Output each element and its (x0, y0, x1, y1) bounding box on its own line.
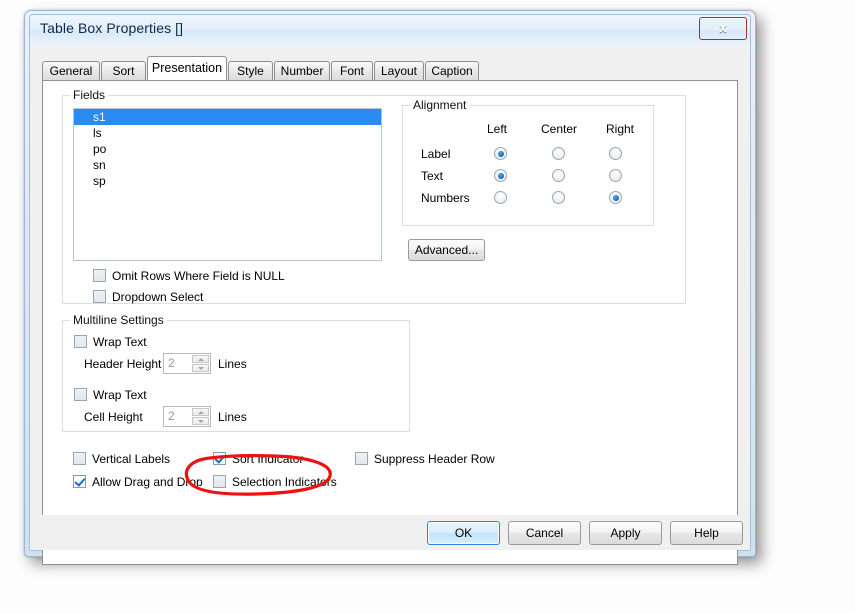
radio-text-left[interactable] (494, 169, 507, 182)
checkbox-label: Allow Drag and Drop (92, 475, 203, 489)
radio-text-center[interactable] (552, 169, 565, 182)
list-item[interactable]: s1 (74, 109, 381, 125)
alignment-col-right: Right (606, 122, 635, 136)
stepper-up-icon[interactable] (192, 355, 209, 363)
tab-caption[interactable]: Caption (425, 61, 479, 80)
cell-height-units: Lines (218, 410, 247, 424)
tab-general[interactable]: General (42, 61, 100, 80)
alignment-row-label-label: Label (421, 147, 451, 161)
list-item[interactable]: sp (74, 173, 381, 189)
radio-label-center[interactable] (552, 147, 565, 160)
checkbox-box (213, 475, 226, 488)
alignment-col-center: Center (541, 122, 578, 136)
fields-group-legend: Fields (70, 88, 109, 102)
list-item[interactable]: po (74, 141, 381, 157)
checkbox-box (355, 452, 368, 465)
checkbox-label: Dropdown Select (112, 290, 204, 304)
fields-group: Fields s1 ls po sn sp Omit Rows Where Fi… (62, 88, 686, 304)
ok-button[interactable]: OK (427, 521, 500, 545)
stepper-buttons[interactable] (192, 408, 209, 425)
header-height-value: 2 (168, 356, 175, 370)
tab-sort[interactable]: Sort (101, 61, 146, 80)
dialog-footer: OK Cancel Apply Help (30, 515, 750, 550)
tab-number[interactable]: Number (274, 61, 330, 80)
alignment-group-legend: Alignment (410, 98, 470, 112)
alignment-group: Alignment Left Center Right Label Text N… (402, 98, 654, 226)
checkbox-label: Omit Rows Where Field is NULL (112, 269, 285, 283)
header-height-units: Lines (218, 357, 247, 371)
alignment-row-text-label: Text (421, 169, 444, 183)
radio-label-left[interactable] (494, 147, 507, 160)
stepper-down-icon[interactable] (192, 417, 209, 425)
checkbox-label: Selection Indicators (232, 475, 337, 489)
header-height-stepper[interactable]: 2 (163, 353, 211, 374)
tab-strip: General Sort Presentation Style Number F… (42, 56, 742, 80)
checkbox-box (73, 475, 86, 488)
checkbox-box (93, 290, 106, 303)
fields-listbox[interactable]: s1 ls po sn sp (73, 108, 382, 261)
checkbox-box (74, 388, 87, 401)
cancel-button[interactable]: Cancel (508, 521, 581, 545)
checkbox-box (74, 335, 87, 348)
tab-style[interactable]: Style (228, 61, 273, 80)
checkbox-label: Sort Indicator (232, 452, 304, 466)
close-icon: x (719, 20, 727, 35)
radio-numbers-center[interactable] (552, 191, 565, 204)
presentation-tab-panel: Fields s1 ls po sn sp Omit Rows Where Fi… (42, 80, 738, 565)
radio-numbers-right[interactable] (609, 191, 622, 204)
close-button[interactable]: x (699, 17, 747, 40)
header-height-label: Header Height (84, 357, 162, 371)
checkbox-box (93, 269, 106, 282)
screen: Table Box Properties [] x General Sort P… (0, 0, 855, 614)
alignment-row-numbers-label: Numbers (421, 191, 470, 205)
stepper-up-icon[interactable] (192, 408, 209, 416)
stepper-down-icon[interactable] (192, 364, 209, 372)
title-bar[interactable]: Table Box Properties [] x (30, 15, 750, 45)
cell-height-stepper[interactable]: 2 (163, 406, 211, 427)
dialog-window-inner: Table Box Properties [] x General Sort P… (29, 14, 751, 565)
advanced-button[interactable]: Advanced... (408, 239, 485, 261)
alignment-col-left: Left (487, 122, 508, 136)
stepper-buttons[interactable] (192, 355, 209, 372)
radio-label-right[interactable] (609, 147, 622, 160)
checkbox-label: Suppress Header Row (374, 452, 495, 466)
checkbox-label: Vertical Labels (92, 452, 171, 466)
checkbox-label: Wrap Text (93, 388, 147, 402)
radio-numbers-left[interactable] (494, 191, 507, 204)
dialog-window: Table Box Properties [] x General Sort P… (24, 10, 756, 565)
tab-presentation[interactable]: Presentation (147, 56, 227, 80)
help-button[interactable]: Help (670, 521, 743, 545)
cell-height-value: 2 (168, 409, 175, 423)
multiline-settings-group: Multiline Settings Wrap Text Header Heig… (62, 313, 410, 432)
dialog-client-area: General Sort Presentation Style Number F… (30, 45, 750, 565)
list-item[interactable]: sn (74, 157, 381, 173)
radio-text-right[interactable] (609, 169, 622, 182)
window-title: Table Box Properties [] (40, 20, 184, 36)
apply-button[interactable]: Apply (589, 521, 662, 545)
checkbox-label: Wrap Text (93, 335, 147, 349)
checkbox-box (213, 452, 226, 465)
list-item[interactable]: ls (74, 125, 381, 141)
cell-height-label: Cell Height (84, 410, 143, 424)
multiline-group-legend: Multiline Settings (70, 313, 167, 327)
tab-font[interactable]: Font (331, 61, 373, 80)
tab-layout[interactable]: Layout (374, 61, 424, 80)
checkbox-box (73, 452, 86, 465)
